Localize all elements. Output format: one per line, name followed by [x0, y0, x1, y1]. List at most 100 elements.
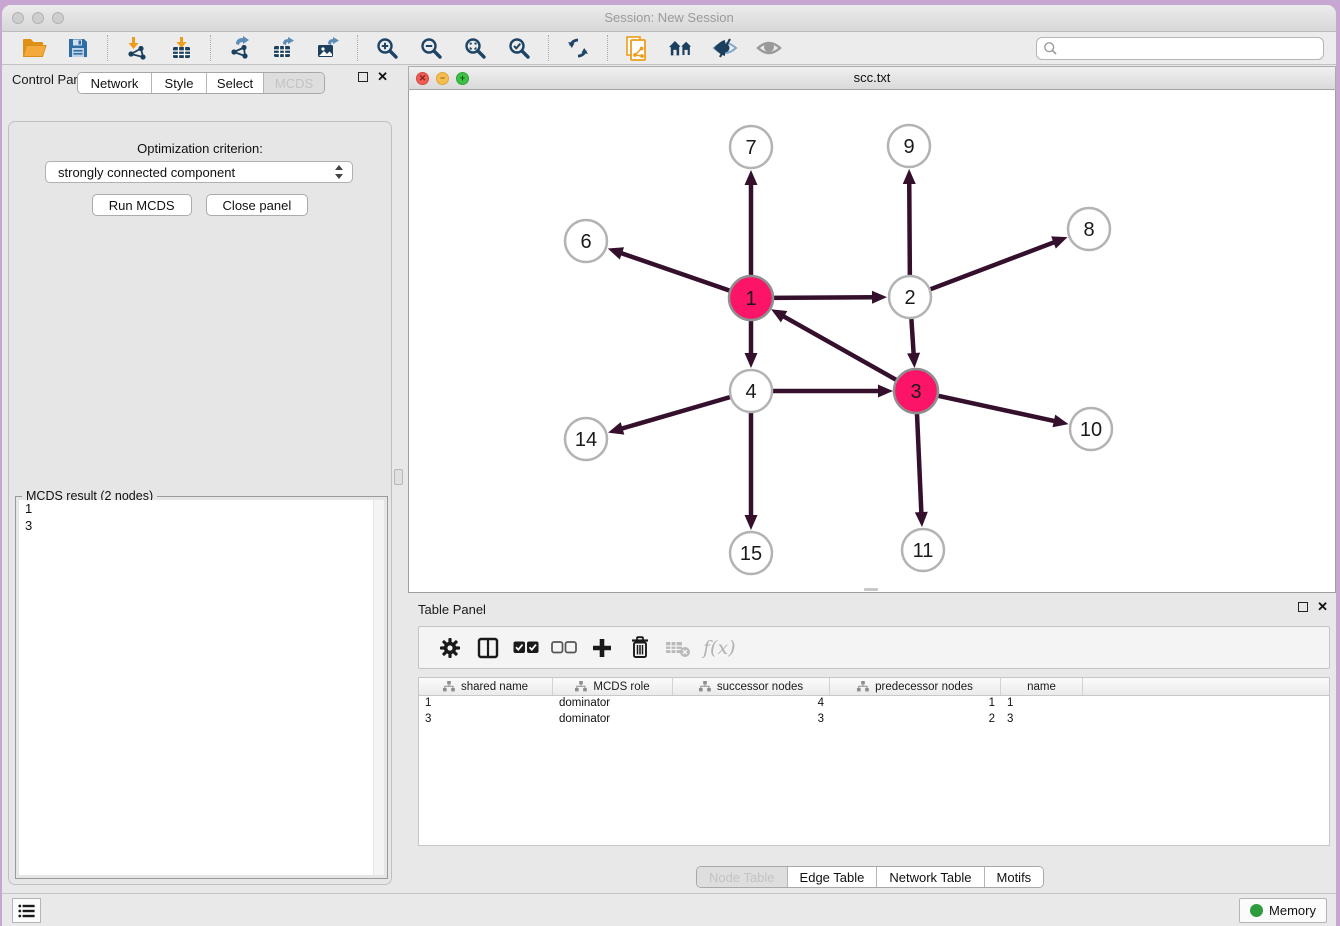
edge-4-14[interactable] — [620, 397, 731, 429]
run-mcds-button[interactable]: Run MCDS — [92, 194, 192, 216]
cell-mcds-role[interactable]: dominator — [553, 696, 673, 712]
cell-predecessor-nodes[interactable]: 1 — [830, 696, 1001, 712]
node-label: 1 — [745, 288, 756, 310]
graph-node-6[interactable]: 6 — [565, 220, 607, 262]
edge-2-3[interactable] — [911, 318, 913, 356]
show-welcome-icon[interactable] — [668, 35, 694, 61]
edge-3-1[interactable] — [781, 315, 897, 381]
import-table-icon[interactable] — [168, 35, 194, 61]
close-window-button[interactable] — [12, 12, 24, 24]
column-header-name[interactable]: name — [1001, 678, 1083, 695]
tab-style[interactable]: Style — [152, 73, 207, 93]
network-canvas[interactable]: 7 9 6 8 1 2 4 3 14 10 15 11 — [408, 90, 1336, 593]
tab-edge-table[interactable]: Edge Table — [788, 867, 878, 887]
table-row[interactable]: 1 dominator 4 1 1 — [419, 696, 1329, 712]
float-panel-icon[interactable] — [1298, 602, 1308, 612]
import-network-icon[interactable] — [124, 35, 150, 61]
show-columns-icon[interactable] — [473, 633, 503, 663]
zoom-selected-icon[interactable] — [506, 35, 532, 61]
graph-node-11[interactable]: 11 — [902, 529, 944, 571]
graph-node-3[interactable]: 3 — [894, 369, 938, 413]
table-settings-gear-icon[interactable] — [435, 633, 465, 663]
graph-node-4[interactable]: 4 — [730, 370, 772, 412]
export-table-icon[interactable] — [271, 35, 297, 61]
zoom-in-icon[interactable] — [374, 35, 400, 61]
node-label: 2 — [904, 287, 915, 309]
search-input[interactable] — [1058, 38, 1323, 59]
graph-node-10[interactable]: 10 — [1070, 408, 1112, 450]
graph-node-1[interactable]: 1 — [729, 276, 773, 320]
open-file-icon[interactable] — [21, 35, 47, 61]
export-image-icon[interactable] — [315, 35, 341, 61]
edge-1-6[interactable] — [619, 252, 731, 291]
cell-shared-name[interactable]: 3 — [419, 712, 553, 728]
close-panel-button[interactable]: Close panel — [206, 194, 309, 216]
cell-name[interactable]: 3 — [1001, 712, 1083, 728]
toggle-graphics-details-icon[interactable] — [712, 35, 738, 61]
tab-motifs[interactable]: Motifs — [985, 867, 1044, 887]
zoom-window-button[interactable] — [52, 12, 64, 24]
toolbar-separator — [548, 35, 549, 61]
new-network-from-selection-icon[interactable] — [624, 35, 650, 61]
mcds-result-textarea[interactable]: 1 3 — [19, 500, 384, 875]
cell-shared-name[interactable]: 1 — [419, 696, 553, 712]
toolbar-separator — [607, 35, 608, 61]
main-toolbar — [2, 32, 1336, 65]
optimization-criterion-select[interactable]: strongly connected component — [45, 161, 353, 183]
graph-node-8[interactable]: 8 — [1068, 208, 1110, 250]
edge-2-8[interactable] — [930, 241, 1057, 289]
network-minimize-button[interactable]: − — [436, 72, 449, 85]
edge-2-9[interactable] — [909, 181, 910, 276]
graph-node-9[interactable]: 9 — [888, 125, 930, 167]
cell-successor-nodes[interactable]: 4 — [673, 696, 830, 712]
tab-network-table[interactable]: Network Table — [877, 867, 984, 887]
zoom-fit-icon[interactable] — [462, 35, 488, 61]
show-hide-icon[interactable] — [756, 35, 782, 61]
export-network-icon[interactable] — [227, 35, 253, 61]
node-label: 3 — [910, 381, 921, 403]
close-panel-icon[interactable]: ✕ — [1317, 602, 1328, 612]
task-history-button[interactable] — [12, 898, 41, 923]
table-row[interactable]: 3 dominator 3 2 3 — [419, 712, 1329, 728]
network-maximize-button[interactable]: + — [456, 72, 469, 85]
edge-1-2[interactable] — [772, 297, 875, 298]
minimize-window-button[interactable] — [32, 12, 44, 24]
save-session-icon[interactable] — [65, 35, 91, 61]
apply-layout-icon[interactable] — [565, 35, 591, 61]
attribute-tree-icon — [699, 681, 711, 692]
network-close-button[interactable]: ✕ — [416, 72, 429, 85]
deselect-all-checkboxes-icon[interactable] — [549, 633, 579, 663]
cell-mcds-role[interactable]: dominator — [553, 712, 673, 728]
memory-button[interactable]: Memory — [1239, 898, 1327, 923]
column-header-successor-nodes[interactable]: successor nodes — [673, 678, 830, 695]
tab-mcds[interactable]: MCDS — [264, 73, 324, 93]
column-header-shared-name[interactable]: shared name — [419, 678, 553, 695]
result-scrollbar[interactable] — [373, 500, 384, 875]
edge-3-11[interactable] — [917, 412, 922, 515]
create-column-plus-icon[interactable] — [587, 633, 617, 663]
edge-3-10[interactable] — [937, 395, 1057, 421]
graph-node-2[interactable]: 2 — [889, 276, 931, 318]
delete-column-trash-icon[interactable] — [625, 633, 655, 663]
graph-node-7[interactable]: 7 — [730, 126, 772, 168]
search-field[interactable] — [1036, 37, 1324, 60]
float-panel-icon[interactable] — [358, 72, 368, 82]
column-header-mcds-role[interactable]: MCDS role — [553, 678, 673, 695]
column-header-predecessor-nodes[interactable]: predecessor nodes — [830, 678, 1001, 695]
tab-node-table[interactable]: Node Table — [697, 867, 788, 887]
panel-splitter-handle[interactable] — [394, 469, 403, 485]
network-window-titlebar[interactable]: ✕ − + scc.txt — [408, 66, 1336, 90]
tab-network[interactable]: Network — [78, 73, 152, 93]
graph-node-14[interactable]: 14 — [565, 418, 607, 460]
graph-node-15[interactable]: 15 — [730, 532, 772, 574]
select-all-checkboxes-icon[interactable] — [511, 633, 541, 663]
canvas-drag-handle[interactable] — [864, 588, 878, 591]
chevron-updown-icon — [334, 164, 344, 183]
close-panel-icon[interactable]: ✕ — [377, 72, 388, 82]
cell-name[interactable]: 1 — [1001, 696, 1083, 712]
node-label: 14 — [575, 429, 597, 451]
tab-select[interactable]: Select — [207, 73, 264, 93]
cell-predecessor-nodes[interactable]: 2 — [830, 712, 1001, 728]
cell-successor-nodes[interactable]: 3 — [673, 712, 830, 728]
zoom-out-icon[interactable] — [418, 35, 444, 61]
